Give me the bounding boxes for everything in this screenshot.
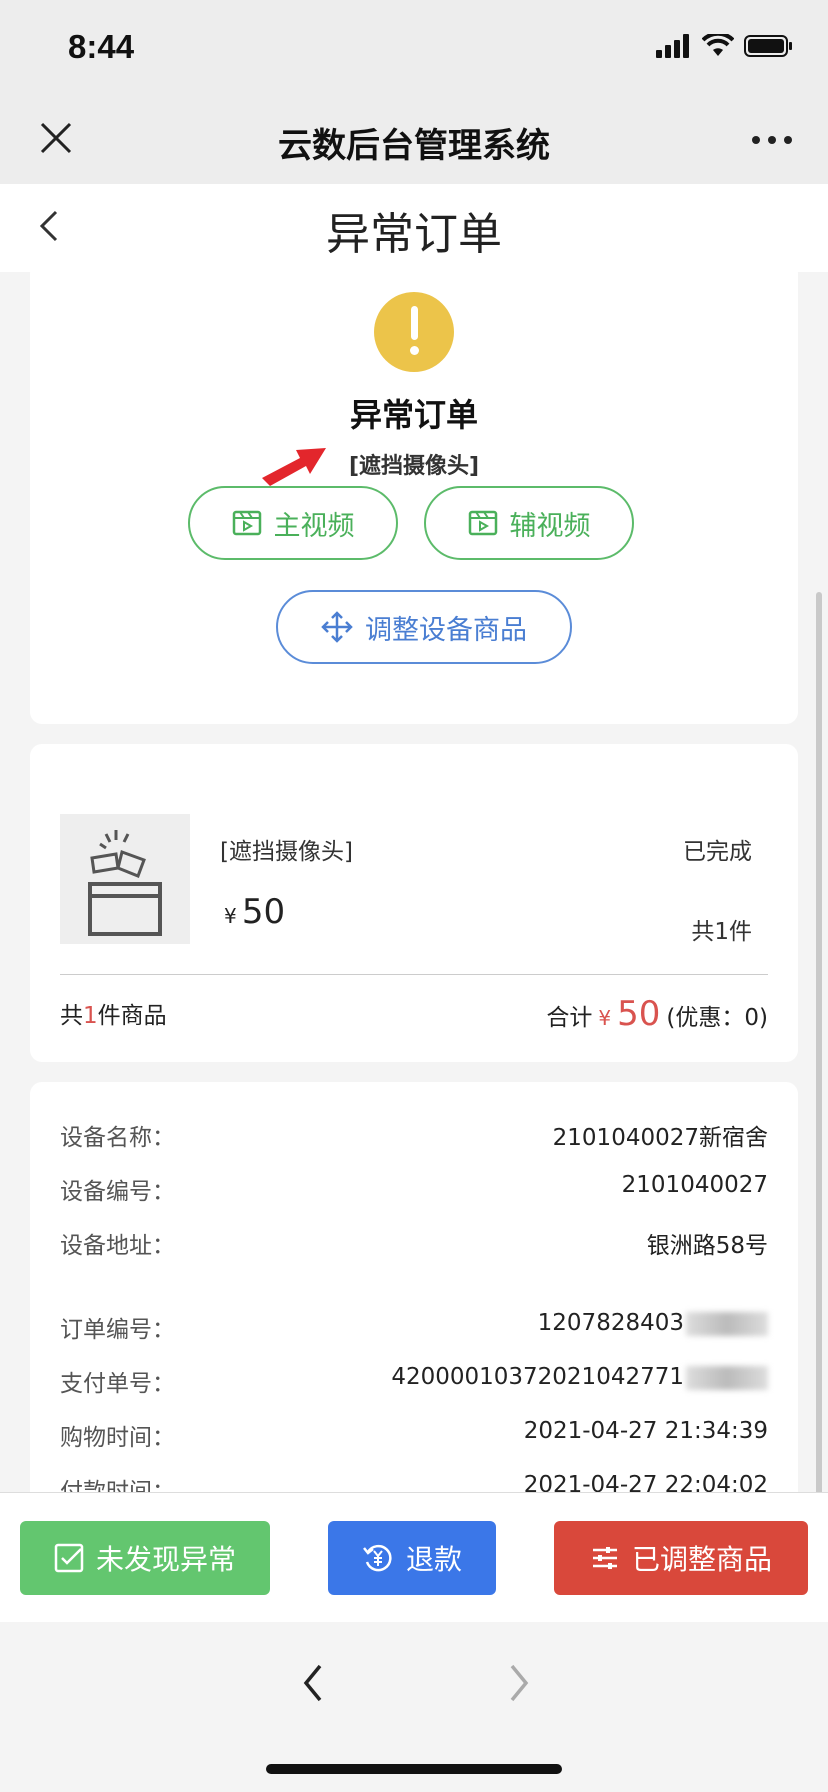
order-number-row: 订单编号： 1207828403 — [60, 1310, 768, 1350]
order-info-card: 设备名称： 2101040027新宿舍 设备编号： 2101040027 设备地… — [30, 1082, 798, 1492]
scrollbar[interactable] — [816, 592, 822, 1492]
more-icon[interactable] — [752, 136, 792, 144]
summary-count: 1 — [83, 1003, 98, 1029]
move-arrows-icon — [321, 611, 353, 643]
product-card: [遮挡摄像头] 已完成 ¥ 50 共1件 共1件商品 合计 ¥ 50 (优惠：0… — [30, 744, 798, 1062]
broken-box-icon — [88, 830, 162, 936]
redacted-blur — [686, 1365, 768, 1390]
summary-suffix: 件商品 — [97, 1003, 167, 1029]
divider — [60, 974, 768, 975]
device-name-value: 2101040027新宿舍 — [552, 1125, 768, 1151]
content-scroll-area[interactable]: 异常订单 [遮挡摄像头] 主视频 辅视频 调整设备商品 [遮挡摄像头] 已完成 … — [0, 272, 828, 1492]
product-thumbnail — [60, 814, 190, 944]
refund-button[interactable]: 退款 — [328, 1521, 496, 1595]
adjusted-products-button[interactable]: 已调整商品 — [554, 1521, 808, 1595]
sliders-icon — [592, 1547, 617, 1569]
item-count-summary: 共1件商品 — [60, 996, 167, 1030]
wechat-nav-bar: 云数后台管理系统 — [0, 100, 828, 184]
device-id-label: 设备编号： — [60, 1179, 175, 1205]
video-icon — [232, 510, 261, 536]
device-name-label: 设备名称： — [60, 1125, 175, 1151]
discount: (优惠：0) — [666, 1005, 768, 1031]
product-name: [遮挡摄像头] — [220, 839, 353, 865]
purchase-time-row: 购物时间： 2021-04-27 21:34:39 — [60, 1418, 768, 1458]
order-number-label: 订单编号： — [60, 1317, 175, 1343]
aux-video-label: 辅视频 — [509, 510, 591, 542]
total-label: 合计 — [546, 1005, 593, 1031]
page-title: 异常订单 — [326, 209, 502, 260]
status-icons — [656, 34, 794, 58]
order-total: 合计 ¥ 50 (优惠：0) — [546, 994, 768, 1034]
home-indicator — [266, 1764, 562, 1774]
currency-symbol: ¥ — [224, 904, 237, 928]
payment-number-value: 42000010372021042771 — [391, 1364, 768, 1390]
device-address-label: 设备地址： — [60, 1233, 175, 1259]
total-amount: 50 — [617, 994, 661, 1034]
no-abnormal-button[interactable]: 未发现异常 — [20, 1521, 270, 1595]
action-bar: 未发现异常 退款 已调整商品 — [0, 1492, 828, 1622]
app-title: 云数后台管理系统 — [278, 126, 550, 166]
payment-time-value: 2021-04-27 22:04:02 — [523, 1472, 768, 1492]
warning-icon — [374, 292, 454, 372]
purchase-time-value: 2021-04-27 21:34:39 — [523, 1418, 768, 1444]
signal-icon — [656, 34, 689, 58]
adjusted-label: 已调整商品 — [631, 1543, 772, 1576]
video-icon — [468, 510, 497, 536]
purchase-time-label: 购物时间： — [60, 1425, 175, 1451]
payment-number-label: 支付单号： — [60, 1371, 175, 1397]
device-id-row: 设备编号： 2101040027 — [60, 1172, 768, 1212]
redacted-blur — [686, 1311, 768, 1336]
device-name-row: 设备名称： 2101040027新宿舍 — [60, 1118, 768, 1158]
page-header: 异常订单 — [0, 184, 828, 272]
adjust-label: 调整设备商品 — [365, 614, 527, 646]
battery-icon — [744, 35, 792, 57]
refund-label: 退款 — [405, 1543, 462, 1576]
abnormal-title: 异常订单 — [349, 396, 478, 434]
device-address-row: 设备地址： 银洲路58号 — [60, 1226, 768, 1266]
order-number-text: 1207828403 — [537, 1310, 684, 1336]
browser-back-icon[interactable] — [296, 1658, 332, 1708]
payment-number-row: 支付单号： 42000010372021042771 — [60, 1364, 768, 1404]
product-quantity: 共1件 — [691, 919, 752, 945]
status-time: 8:44 — [68, 28, 135, 65]
order-status: 已完成 — [683, 839, 752, 865]
payment-time-row: 付款时间： 2021-04-27 22:04:02 — [60, 1472, 768, 1492]
status-bar: 8:44 — [0, 0, 828, 100]
adjust-device-products-button[interactable]: 调整设备商品 — [276, 590, 572, 664]
browser-forward-icon[interactable] — [500, 1658, 536, 1708]
main-video-label: 主视频 — [273, 510, 355, 542]
aux-video-button[interactable]: 辅视频 — [424, 486, 634, 560]
price-value: 50 — [241, 892, 286, 932]
payment-number-text: 42000010372021042771 — [391, 1364, 684, 1390]
abnormal-card: 异常订单 [遮挡摄像头] 主视频 辅视频 调整设备商品 — [30, 272, 798, 724]
device-id-value: 2101040027 — [621, 1172, 768, 1198]
total-currency: ¥ — [598, 1006, 612, 1030]
wifi-icon — [702, 34, 734, 56]
product-price: ¥ 50 — [224, 892, 285, 932]
payment-time-label: 付款时间： — [60, 1479, 175, 1492]
summary-prefix: 共 — [60, 1003, 83, 1029]
no-abnormal-label: 未发现异常 — [95, 1543, 236, 1576]
abnormal-reason: [遮挡摄像头] — [348, 454, 480, 479]
device-address-value: 银洲路58号 — [646, 1233, 768, 1259]
main-video-button[interactable]: 主视频 — [188, 486, 398, 560]
browser-nav-bar — [0, 1622, 828, 1792]
checkbox-icon — [54, 1543, 84, 1573]
order-number-value: 1207828403 — [538, 1310, 768, 1336]
refund-icon — [363, 1544, 392, 1572]
